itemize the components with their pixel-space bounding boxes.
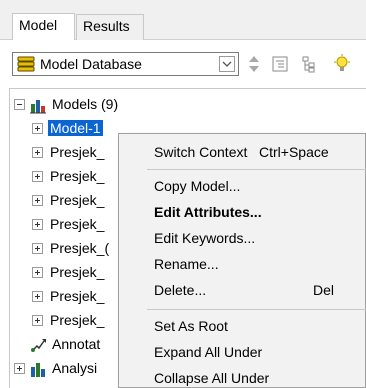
- expand-icon[interactable]: [14, 363, 25, 374]
- menu-item-shortcut: Del: [313, 282, 335, 298]
- menu-item-switch-context[interactable]: Switch Context Ctrl+Space: [119, 138, 366, 166]
- annotation-icon: [28, 335, 48, 355]
- tree-item-label: Presjek_: [50, 312, 105, 328]
- context-menu: Switch Context Ctrl+Space Copy Model... …: [118, 133, 366, 388]
- tree-root-label: Models (9): [52, 96, 119, 112]
- menu-item-expand-all-under[interactable]: Expand All Under: [119, 338, 366, 366]
- model-database-select[interactable]: Model Database: [12, 52, 239, 76]
- expand-icon[interactable]: [32, 243, 43, 254]
- menu-item-label: Collapse All Under: [154, 370, 270, 386]
- tree-item-label: Presjek_(: [50, 240, 110, 256]
- menu-item-label: Copy Model...: [154, 178, 241, 194]
- menu-item-copy-model[interactable]: Copy Model...: [119, 172, 366, 200]
- tab-model-label: Model: [19, 17, 58, 33]
- menu-item-collapse-all-under[interactable]: Collapse All Under: [119, 364, 366, 388]
- tab-model[interactable]: Model: [12, 13, 75, 40]
- tree-item-label: Analysi: [52, 360, 98, 376]
- expand-icon[interactable]: [32, 291, 43, 302]
- menu-item-edit-keywords[interactable]: Edit Keywords...: [119, 224, 366, 252]
- menu-item-label: Expand All Under: [154, 344, 263, 360]
- menu-item-delete[interactable]: Delete... Del: [119, 276, 366, 304]
- expand-icon[interactable]: [32, 171, 43, 182]
- analysis-icon: [28, 359, 48, 379]
- tree-item-label: Presjek_: [50, 216, 105, 232]
- up-down-arrows-icon[interactable]: [244, 54, 264, 74]
- tab-results-label: Results: [83, 18, 130, 34]
- tree-view-icon[interactable]: [270, 54, 290, 74]
- model-database-label: Model Database: [40, 56, 142, 72]
- hierarchy-icon[interactable]: [300, 54, 320, 74]
- tree-item-label: Presjek_: [50, 192, 105, 208]
- menu-separator: [147, 309, 366, 310]
- menu-item-label: Set As Root: [154, 318, 228, 334]
- menu-item-edit-attributes[interactable]: Edit Attributes...: [119, 198, 366, 226]
- expand-icon[interactable]: [32, 267, 43, 278]
- menu-item-label: Rename...: [154, 256, 219, 272]
- tree-item-label: Presjek_: [50, 264, 105, 280]
- menu-item-label: Edit Attributes...: [154, 204, 262, 220]
- expand-icon[interactable]: [32, 147, 43, 158]
- menu-item-rename[interactable]: Rename...: [119, 250, 366, 278]
- menu-separator: [147, 169, 366, 170]
- expand-icon[interactable]: [32, 195, 43, 206]
- expand-icon[interactable]: [32, 123, 43, 134]
- database-icon: [17, 56, 35, 72]
- tab-bar: Model Results: [0, 0, 366, 40]
- tree-item-label: Presjek_: [50, 288, 105, 304]
- models-icon: [28, 95, 48, 115]
- collapse-icon[interactable]: [14, 99, 25, 110]
- tree-item-label: Annotat: [52, 336, 101, 352]
- expand-icon[interactable]: [32, 219, 43, 230]
- tab-results[interactable]: Results: [76, 14, 144, 40]
- tree-item-label: Presjek_: [50, 144, 105, 160]
- menu-item-label: Delete...: [154, 282, 207, 298]
- menu-item-label: Edit Keywords...: [154, 230, 256, 246]
- tree-item-label: Presjek_: [50, 168, 105, 184]
- tree-root-models[interactable]: Models (9): [10, 93, 366, 117]
- menu-item-shortcut: Ctrl+Space: [259, 144, 329, 160]
- model-tree-toolbar: Model Database: [0, 40, 366, 88]
- lightbulb-icon[interactable]: [332, 54, 352, 74]
- tree-item-label: Model-1: [47, 119, 104, 137]
- expand-icon[interactable]: [32, 315, 43, 326]
- menu-item-set-as-root[interactable]: Set As Root: [119, 312, 366, 340]
- menu-item-label: Switch Context: [154, 144, 248, 160]
- chevron-down-icon[interactable]: [219, 56, 235, 72]
